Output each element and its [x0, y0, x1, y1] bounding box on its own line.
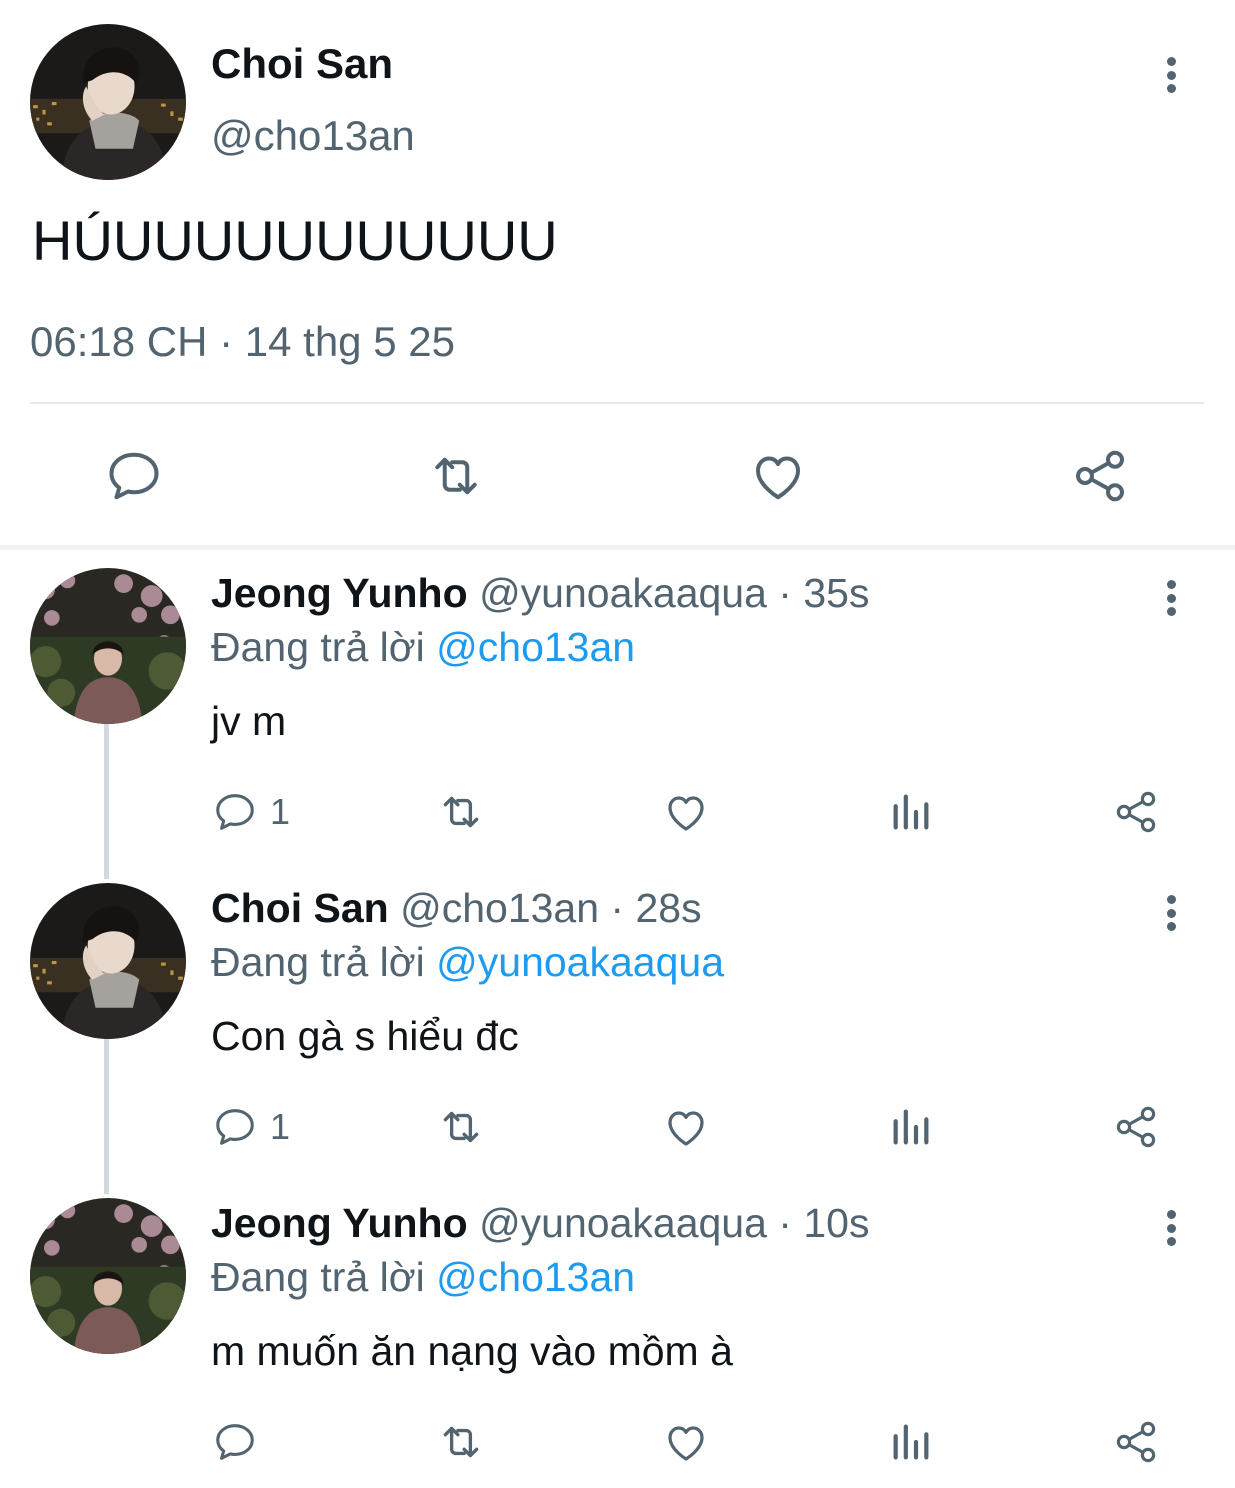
like-icon: [662, 1418, 710, 1466]
replying-prefix: Đang trả lời: [211, 1254, 425, 1300]
reply-icon: [212, 789, 258, 835]
stats-icon: [888, 1104, 934, 1150]
separator: ·: [766, 570, 804, 616]
replying-to: Đang trả lời @cho13an: [211, 1254, 635, 1301]
views-button[interactable]: [888, 1103, 934, 1151]
author-handle[interactable]: @cho13an: [400, 885, 599, 931]
avatar-image: [30, 883, 186, 1039]
share-button[interactable]: [1112, 788, 1160, 836]
reply-button[interactable]: 1: [212, 788, 290, 836]
like-icon: [662, 788, 710, 836]
avatar[interactable]: [30, 24, 186, 180]
more-options-icon[interactable]: [1156, 891, 1186, 935]
separator: ·: [599, 885, 636, 931]
mention-link[interactable]: @cho13an: [436, 624, 635, 670]
share-button[interactable]: [1112, 1103, 1160, 1151]
like-button[interactable]: [662, 1418, 710, 1466]
author-name[interactable]: Choi San: [211, 885, 389, 931]
retweet-button[interactable]: [436, 1418, 486, 1466]
views-button[interactable]: [888, 788, 934, 836]
separator: ·: [766, 1200, 804, 1246]
reply-time: 35s: [803, 570, 870, 616]
author-handle[interactable]: @yunoakaaqua: [479, 1200, 767, 1246]
reply-button[interactable]: [212, 1418, 270, 1466]
reply-tweet[interactable]: Choi San @cho13an · 28s Đang trả lời @yu…: [0, 883, 1235, 1198]
avatar[interactable]: [30, 1198, 186, 1354]
like-icon[interactable]: [748, 446, 808, 506]
share-icon: [1112, 1418, 1160, 1466]
stats-icon: [888, 1419, 934, 1465]
mention-link[interactable]: @yunoakaaqua: [436, 939, 724, 985]
avatar-image: [30, 24, 186, 180]
divider: [30, 402, 1204, 404]
retweet-icon[interactable]: [426, 446, 486, 506]
reply-tweet[interactable]: Jeong Yunho @yunoakaaqua · 10s Đang trả …: [0, 1198, 1235, 1488]
retweet-button[interactable]: [436, 1103, 486, 1151]
mention-link[interactable]: @cho13an: [436, 1254, 635, 1300]
more-options-icon[interactable]: [1156, 1206, 1186, 1250]
reply-count: 1: [270, 1106, 291, 1147]
replying-prefix: Đang trả lời: [211, 624, 425, 670]
reply-header: Jeong Yunho @yunoakaaqua · 35s: [211, 570, 869, 617]
reply-icon: [212, 1104, 258, 1150]
avatar[interactable]: [30, 568, 186, 724]
author-handle[interactable]: @cho13an: [211, 112, 415, 160]
retweet-icon: [436, 1417, 486, 1467]
replying-to: Đang trả lời @cho13an: [211, 624, 635, 671]
retweet-icon: [436, 1102, 486, 1152]
share-icon[interactable]: [1070, 446, 1130, 506]
like-button[interactable]: [662, 1103, 710, 1151]
avatar-image: [30, 568, 186, 724]
like-button[interactable]: [662, 788, 710, 836]
share-icon: [1112, 1103, 1160, 1151]
reply-header: Choi San @cho13an · 28s: [211, 885, 702, 932]
share-icon: [1112, 788, 1160, 836]
author-name[interactable]: Jeong Yunho: [211, 570, 468, 616]
replying-to: Đang trả lời @yunoakaaqua: [211, 939, 724, 986]
reply-time: 28s: [635, 885, 702, 931]
share-button[interactable]: [1112, 1418, 1160, 1466]
tweet-text: HÚUUUUUUUUUUU: [32, 209, 558, 272]
reply-tweet[interactable]: Jeong Yunho @yunoakaaqua · 35s Đang trả …: [0, 568, 1235, 883]
more-options-icon[interactable]: [1156, 53, 1186, 97]
author-name[interactable]: Jeong Yunho: [211, 1200, 468, 1246]
avatar-image: [30, 1198, 186, 1354]
like-icon: [662, 1103, 710, 1151]
retweet-button[interactable]: [436, 788, 486, 836]
stats-icon: [888, 789, 934, 835]
reply-text: m muốn ăn nạng vào mồm à: [211, 1328, 733, 1374]
section-divider: [0, 545, 1235, 550]
reply-icon[interactable]: [104, 446, 164, 506]
reply-text: jv m: [211, 698, 287, 744]
more-options-icon[interactable]: [1156, 576, 1186, 620]
author-handle[interactable]: @yunoakaaqua: [479, 570, 767, 616]
views-button[interactable]: [888, 1418, 934, 1466]
replying-prefix: Đang trả lời: [211, 939, 425, 985]
reply-text: Con gà s hiểu đc: [211, 1013, 519, 1059]
tweet-timestamp: 06:18 CH · 14 thg 5 25: [30, 318, 455, 365]
author-name[interactable]: Choi San: [211, 40, 393, 88]
reply-icon: [212, 1419, 258, 1465]
reply-time: 10s: [803, 1200, 870, 1246]
reply-header: Jeong Yunho @yunoakaaqua · 10s: [211, 1200, 869, 1247]
main-tweet: Choi San @cho13an HÚUUUUUUUUUUU 06:18 CH…: [0, 0, 1235, 545]
avatar[interactable]: [30, 883, 186, 1039]
retweet-icon: [436, 787, 486, 837]
reply-count: 1: [270, 791, 291, 832]
reply-button[interactable]: 1: [212, 1103, 290, 1151]
